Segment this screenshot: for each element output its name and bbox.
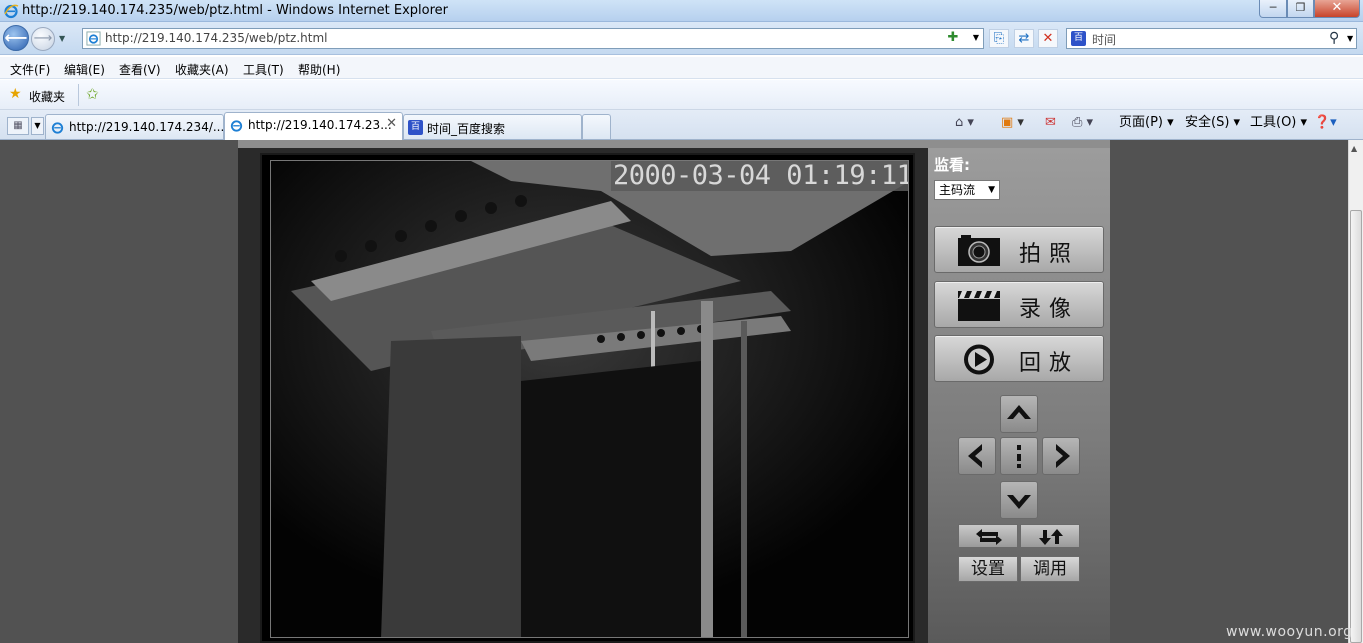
tools-menu-button[interactable]: 工具(O) ▾: [1250, 114, 1307, 132]
menu-view[interactable]: 查看(V): [119, 61, 161, 78]
tab-label: http://219.140.174.234/...: [69, 120, 224, 134]
print-icon[interactable]: ⎙ ▾: [1072, 114, 1093, 132]
favorites-separator: [78, 84, 79, 106]
vertical-swap-button[interactable]: [1020, 524, 1080, 548]
refresh-icon[interactable]: ⇄: [1014, 29, 1034, 48]
address-dropdown-icon[interactable]: ▼: [966, 29, 986, 48]
ptz-up-button[interactable]: [1000, 395, 1038, 433]
tab-label: http://219.140.174.23...: [248, 118, 392, 132]
camera-scene-image: [271, 161, 908, 637]
tab-1[interactable]: http://219.140.174.234/...: [45, 114, 224, 139]
playback-label: 回放: [1019, 351, 1080, 376]
back-button[interactable]: ⟵: [3, 25, 29, 51]
close-window-button[interactable]: ✕: [1314, 0, 1360, 18]
safety-menu-button[interactable]: 安全(S) ▾: [1185, 114, 1240, 132]
snapshot-button[interactable]: 拍照: [934, 226, 1104, 273]
search-box[interactable]: 百 时间 ⚲ ▼: [1066, 28, 1357, 49]
chevron-down-icon: ▼: [988, 185, 995, 195]
window-title: http://219.140.174.235/web/ptz.html - Wi…: [22, 3, 449, 18]
preset-set-button[interactable]: 设置: [958, 556, 1018, 582]
arrow-right-icon: [1056, 444, 1070, 468]
ptz-down-button[interactable]: [1000, 481, 1038, 519]
video-player[interactable]: 2000-03-04 01:19:11: [260, 153, 915, 643]
mail-icon[interactable]: ✉: [1045, 114, 1056, 132]
play-icon: [964, 344, 994, 375]
menu-file[interactable]: 文件(F): [10, 61, 50, 78]
tab-label: 时间_百度搜索: [427, 122, 506, 136]
clapperboard-icon: [958, 291, 1000, 321]
camera-icon: [958, 235, 1000, 266]
page-menu-label: 页面(P): [1119, 115, 1163, 130]
horizontal-swap-button[interactable]: [958, 524, 1018, 548]
snapshot-label: 拍照: [1019, 242, 1080, 267]
ptz-left-button[interactable]: [958, 437, 996, 475]
vertical-scrollbar[interactable]: ▲: [1348, 140, 1363, 643]
playback-button[interactable]: 回放: [934, 335, 1104, 382]
preset-call-button[interactable]: 调用: [1020, 556, 1080, 582]
page-ie-icon: [86, 31, 101, 46]
favorites-star-icon[interactable]: ★: [9, 86, 22, 102]
page-menu-button[interactable]: 页面(P) ▾: [1119, 114, 1174, 132]
search-input[interactable]: 时间: [1092, 31, 1116, 48]
scrollbar-thumb[interactable]: [1350, 210, 1362, 643]
safety-menu-label: 安全(S): [1185, 115, 1230, 130]
close-tab-icon[interactable]: ✕: [386, 116, 397, 131]
ptz-center-button[interactable]: [1000, 437, 1038, 475]
swap-horizontal-icon: [976, 529, 1002, 545]
feeds-icon[interactable]: ▣ ▾: [1001, 114, 1024, 132]
baidu-icon: 百: [1071, 31, 1086, 46]
menu-edit[interactable]: 编辑(E): [64, 61, 105, 78]
ie-page-icon: [51, 122, 64, 134]
maximize-button[interactable]: ❐: [1287, 0, 1314, 18]
ie-logo-icon: [4, 4, 19, 19]
stop-icon[interactable]: ✕: [1038, 29, 1058, 48]
help-icon[interactable]: ❓▾: [1314, 114, 1337, 132]
ptz-right-button[interactable]: [1042, 437, 1080, 475]
menu-help[interactable]: 帮助(H): [298, 61, 340, 78]
baidu-icon: 百: [408, 120, 423, 135]
arrow-up-icon: [1007, 405, 1031, 419]
stream-select-value: 主码流: [939, 183, 976, 197]
watermark: www.wooyun.org: [1226, 624, 1353, 640]
recent-pages-dropdown-icon[interactable]: ▼: [59, 34, 65, 43]
home-icon[interactable]: ⌂ ▾: [955, 114, 974, 132]
address-url[interactable]: http://219.140.174.235/web/ptz.html: [105, 31, 328, 45]
record-label: 录像: [1019, 297, 1080, 322]
swap-vertical-icon: [1039, 529, 1063, 545]
compatibility-view-icon[interactable]: ✚: [943, 29, 963, 48]
record-button[interactable]: 录像: [934, 281, 1104, 328]
monitor-label: 监看:: [934, 156, 970, 174]
tab-3[interactable]: 百 时间_百度搜索: [403, 114, 582, 139]
tab-2[interactable]: http://219.140.174.23... ✕: [224, 112, 403, 140]
tools-menu-label: 工具(O): [1250, 115, 1297, 130]
page-icon[interactable]: ⎘: [989, 29, 1009, 48]
menu-favorites[interactable]: 收藏夹(A): [175, 61, 229, 78]
tab-list-dropdown-icon[interactable]: ▼: [31, 117, 44, 135]
forward-button[interactable]: ⟶: [31, 27, 55, 51]
arrow-down-icon: [1007, 495, 1031, 509]
camera-timestamp: 2000-03-04 01:19:11: [611, 161, 908, 191]
center-dots-icon: [1017, 445, 1021, 468]
add-to-favorites-icon[interactable]: ✩: [86, 85, 99, 103]
favorites-bar: [0, 80, 1363, 110]
menu-tools[interactable]: 工具(T): [243, 61, 284, 78]
stream-select[interactable]: 主码流 ▼: [934, 180, 1000, 200]
ie-page-icon: [230, 120, 243, 132]
address-bar[interactable]: http://219.140.174.235/web/ptz.html: [82, 28, 984, 49]
title-bar: http://219.140.174.235/web/ptz.html - Wi…: [0, 0, 1363, 22]
new-tab-button[interactable]: [582, 114, 611, 139]
favorites-button[interactable]: 收藏夹: [29, 88, 65, 105]
quick-tabs-icon[interactable]: ▦: [7, 117, 29, 135]
search-options-dropdown-icon[interactable]: ▼: [1347, 34, 1353, 43]
camera-view[interactable]: 2000-03-04 01:19:11: [270, 160, 909, 638]
search-icon[interactable]: ⚲: [1329, 30, 1339, 46]
minimize-button[interactable]: ─: [1259, 0, 1287, 18]
scroll-up-icon[interactable]: ▲: [1351, 144, 1357, 153]
arrow-left-icon: [968, 444, 982, 468]
